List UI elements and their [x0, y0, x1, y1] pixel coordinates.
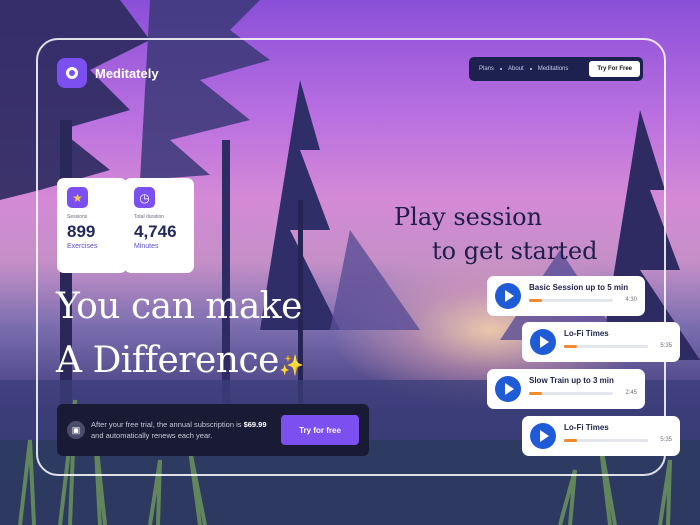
- stat-value: 4,746: [134, 222, 177, 241]
- promo-banner: ▣ After your free trial, the annual subs…: [57, 404, 369, 456]
- stat-value: 899: [67, 222, 96, 241]
- stat-card-sessions: ★ Sessions 899 Exercises: [57, 178, 127, 273]
- progress-fill: [564, 439, 577, 442]
- progress-track[interactable]: [564, 345, 648, 348]
- nav-link-about[interactable]: About: [508, 66, 524, 72]
- nav-link-plans[interactable]: Plans: [479, 66, 494, 72]
- session-card[interactable]: Lo-Fi Times 5:35: [522, 416, 680, 456]
- session-duration: 4:30: [625, 297, 637, 303]
- top-nav: Plans About Meditations Try For Free: [469, 57, 643, 81]
- session-duration: 5:35: [660, 343, 672, 349]
- star-icon: ★: [67, 187, 88, 208]
- session-duration: 5:35: [660, 437, 672, 443]
- session-card[interactable]: Lo-Fi Times 5:35: [522, 322, 680, 362]
- stat-label: Total duration: [134, 214, 165, 220]
- progress-fill: [564, 345, 577, 348]
- play-session-title: Play session to get started: [394, 200, 598, 268]
- stat-sub: Exercises: [67, 243, 98, 250]
- play-icon[interactable]: [530, 329, 556, 355]
- progress-track[interactable]: [529, 299, 613, 302]
- stat-sub: Minutes: [134, 243, 159, 250]
- brand-name: Meditately: [95, 65, 159, 81]
- promo-text: After your free trial, the annual subscr…: [91, 420, 267, 440]
- nav-separator: [500, 68, 503, 70]
- play-icon[interactable]: [495, 283, 521, 309]
- session-title: Slow Train up to 3 min: [529, 376, 614, 385]
- session-duration: 2:45: [625, 390, 637, 396]
- logo-icon: [57, 58, 87, 88]
- play-icon[interactable]: [495, 376, 521, 402]
- try-for-free-button[interactable]: Try for free: [281, 415, 359, 445]
- try-for-free-nav-button[interactable]: Try For Free: [589, 61, 640, 77]
- hero-headline: You can make A Difference✨: [56, 280, 304, 392]
- brand-logo[interactable]: Meditately: [57, 58, 159, 88]
- play-title-line-2: to get started: [432, 237, 598, 265]
- play-title-line-1: Play session: [394, 203, 543, 231]
- calendar-icon: ▣: [67, 421, 85, 439]
- headline-line-2: A Difference: [56, 340, 279, 381]
- session-card[interactable]: Basic Session up to 5 min 4:30: [487, 276, 645, 316]
- nav-separator: [529, 68, 532, 70]
- progress-fill: [529, 392, 542, 395]
- session-title: Lo-Fi Times: [564, 329, 609, 338]
- progress-track[interactable]: [529, 392, 613, 395]
- progress-fill: [529, 299, 542, 302]
- promo-price: $69.99: [243, 420, 267, 429]
- headline-line-1: You can make: [56, 286, 302, 327]
- nav-link-meditations[interactable]: Meditations: [538, 66, 569, 72]
- session-title: Basic Session up to 5 min: [529, 283, 629, 292]
- play-icon[interactable]: [530, 423, 556, 449]
- session-card[interactable]: Slow Train up to 3 min 2:45: [487, 369, 645, 409]
- session-title: Lo-Fi Times: [564, 423, 609, 432]
- progress-track[interactable]: [564, 439, 648, 442]
- stat-label: Sessions: [67, 214, 88, 220]
- sparkle-icon: ✨: [278, 353, 304, 377]
- stat-card-duration: ◷ Total duration 4,746 Minutes: [124, 178, 194, 273]
- clock-icon: ◷: [134, 187, 155, 208]
